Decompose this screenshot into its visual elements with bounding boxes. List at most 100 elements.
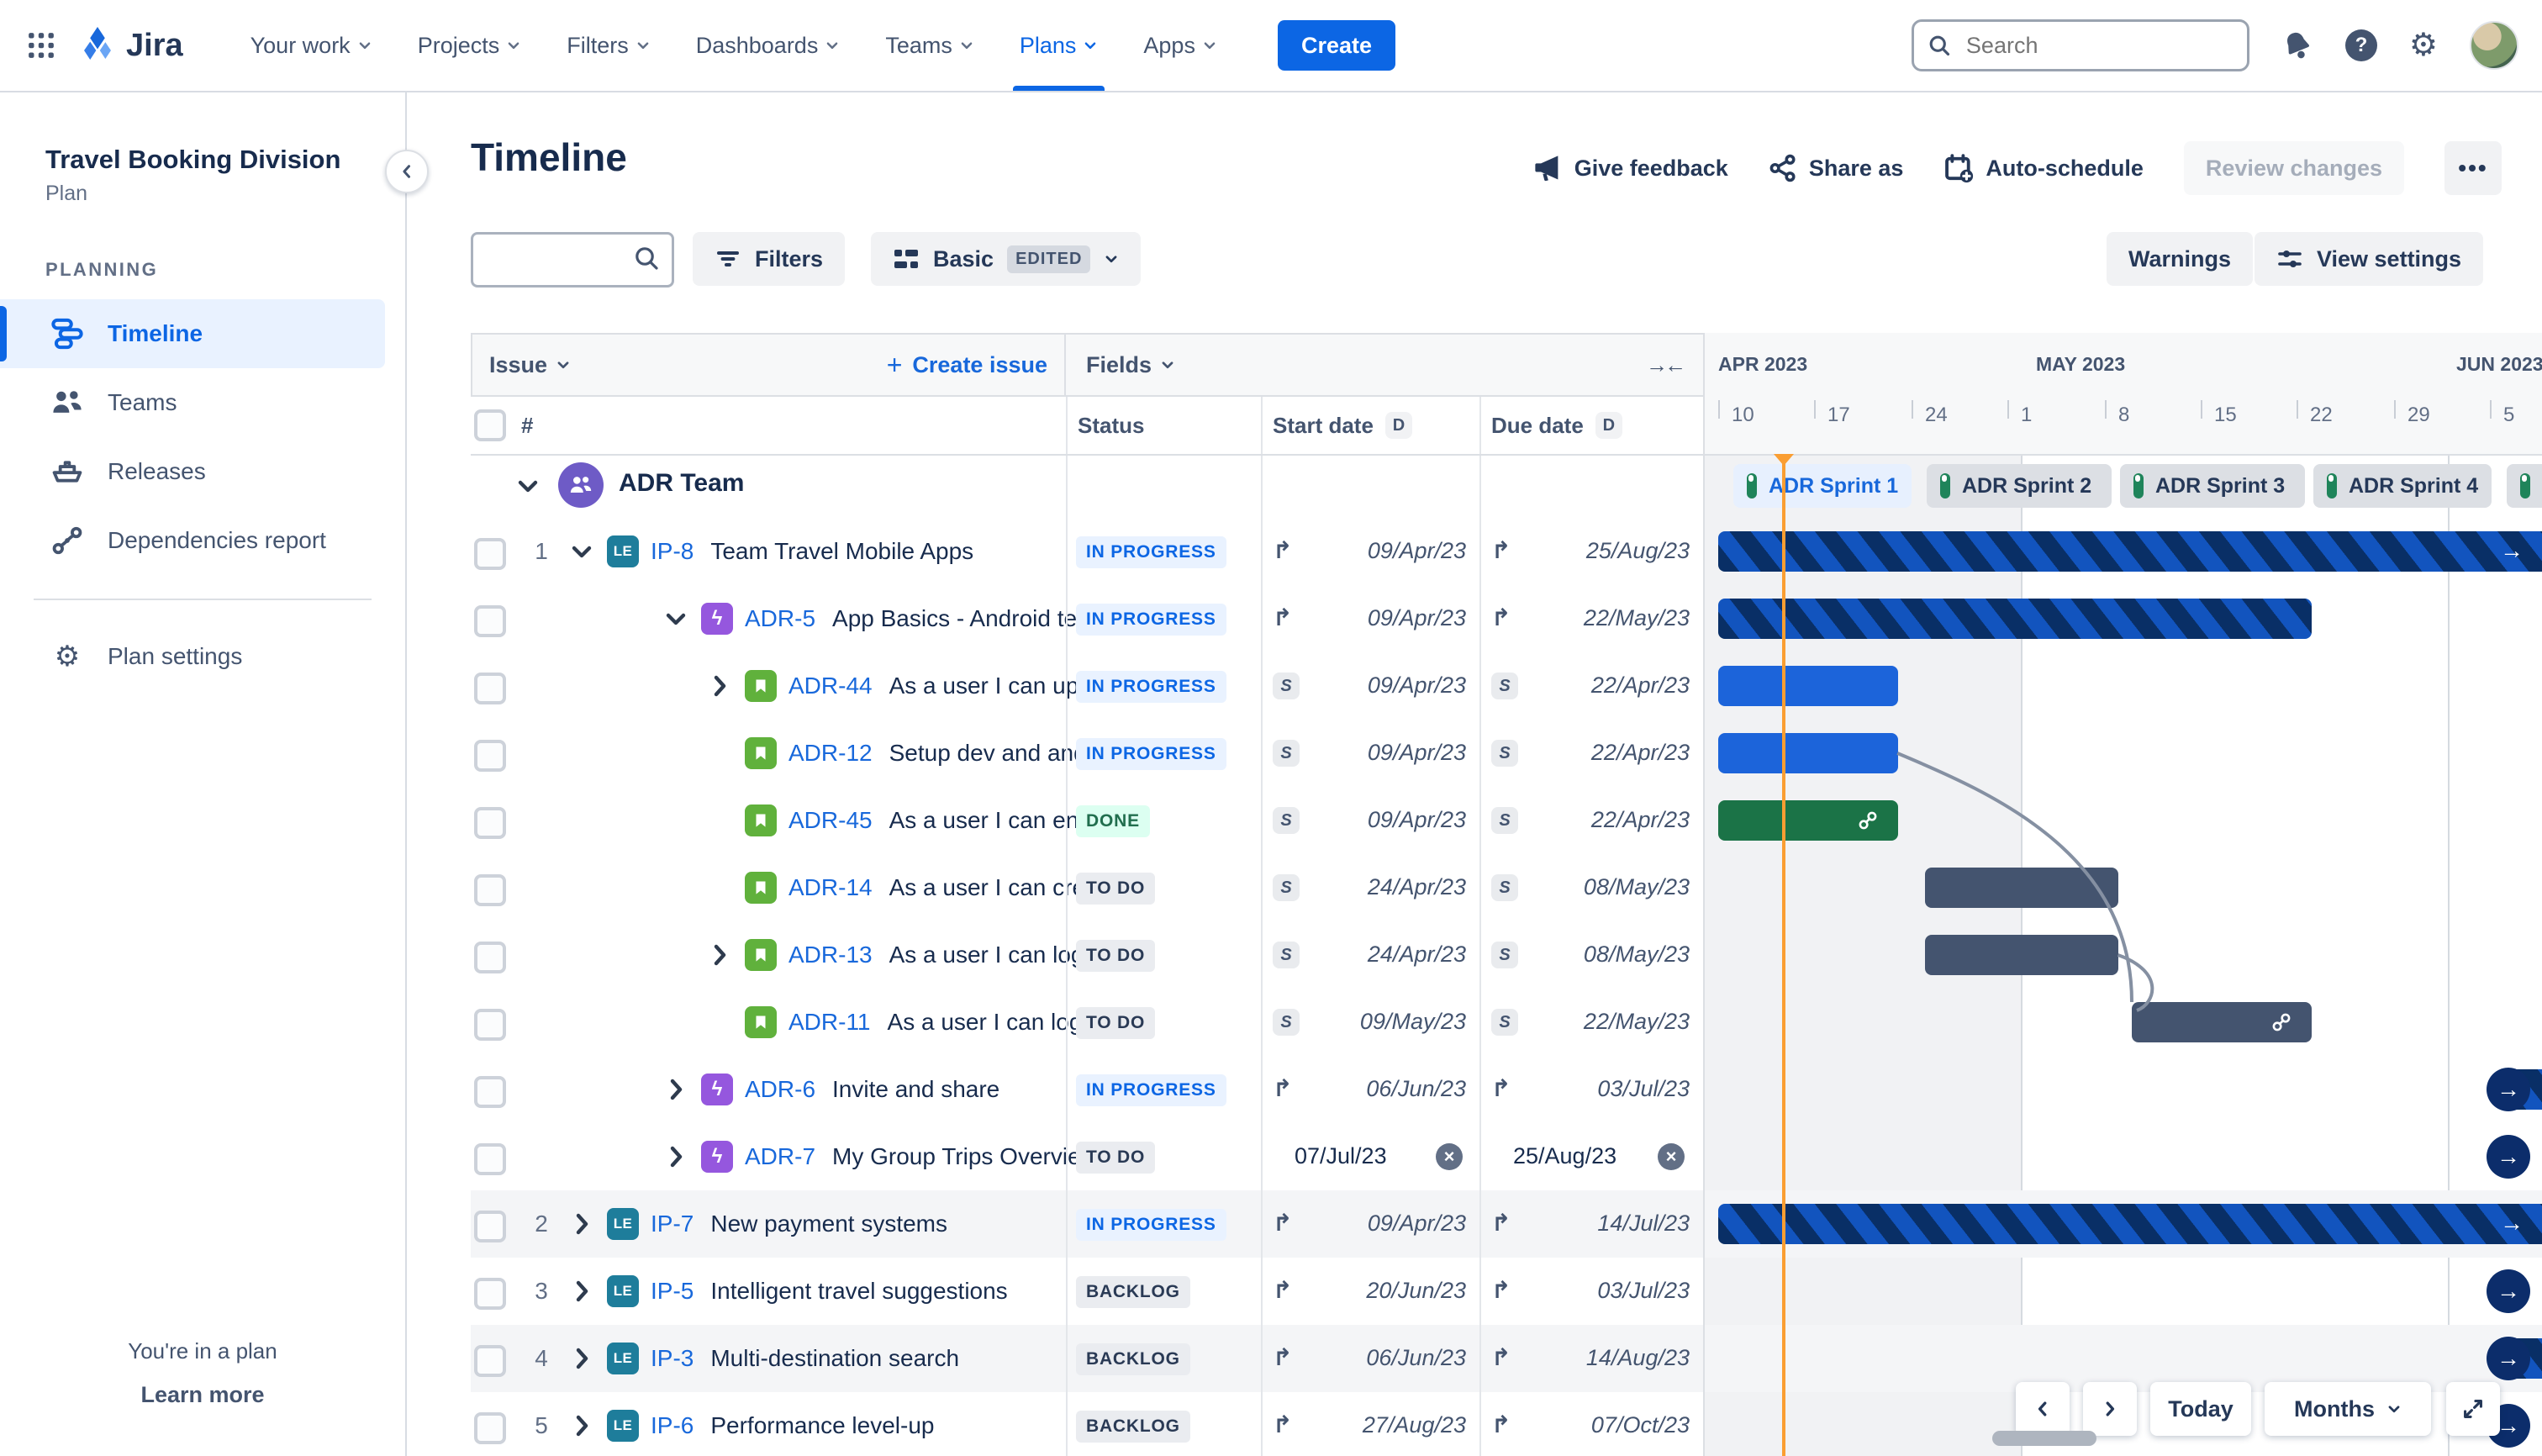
row-checkbox[interactable] <box>474 1143 506 1175</box>
chevron-right-icon[interactable] <box>706 673 733 699</box>
date-value[interactable]: 24/Apr/23 <box>1295 874 1466 900</box>
date-value[interactable]: 03/Jul/23 <box>1513 1076 1690 1102</box>
date-value[interactable]: 09/May/23 <box>1295 1009 1466 1035</box>
global-search-input[interactable] <box>1911 19 2249 71</box>
date-value[interactable]: 22/Apr/23 <box>1513 740 1690 766</box>
date-value[interactable]: 27/Aug/23 <box>1295 1412 1466 1438</box>
date-value[interactable]: 09/Apr/23 <box>1295 673 1466 699</box>
issue-key-link[interactable]: ADR-14 <box>788 874 873 901</box>
sprint-chip-adr-sprint-3[interactable]: ADR Sprint 3 <box>2120 464 2305 508</box>
view-settings-button[interactable]: View settings <box>2255 232 2484 286</box>
status-badge[interactable]: IN PROGRESS <box>1076 671 1226 703</box>
sidebar-item-teams[interactable]: Teams <box>0 368 405 437</box>
fields-header-dropdown[interactable]: Fields <box>1086 352 1175 378</box>
issue-key-link[interactable]: IP-7 <box>651 1211 694 1237</box>
date-value[interactable]: 09/Apr/23 <box>1295 1211 1466 1237</box>
offscreen-bar-indicator[interactable]: → <box>2487 1068 2530 1111</box>
date-value[interactable]: 20/Jun/23 <box>1295 1278 1466 1304</box>
issue-key-link[interactable]: ADR-11 <box>788 1009 871 1036</box>
date-value[interactable]: 14/Aug/23 <box>1513 1345 1690 1371</box>
due-date-column-header[interactable]: Due date <box>1491 413 1584 439</box>
date-value[interactable]: 25/Aug/23 <box>1513 538 1690 564</box>
warnings-button[interactable]: Warnings <box>2107 232 2254 286</box>
scroll-left-button[interactable] <box>2016 1382 2070 1436</box>
date-value[interactable]: 09/Apr/23 <box>1295 538 1466 564</box>
create-issue-button[interactable]: + Create issue <box>887 350 1047 381</box>
status-badge[interactable]: IN PROGRESS <box>1076 1209 1226 1241</box>
bar-link-icon[interactable] <box>1856 809 1880 832</box>
user-avatar[interactable] <box>2470 21 2518 70</box>
offscreen-bar-indicator[interactable]: → <box>2487 1269 2530 1313</box>
global-search-field[interactable] <box>1962 30 2188 61</box>
remove-date-icon[interactable]: × <box>1658 1143 1685 1170</box>
gantt-bar[interactable] <box>1718 1204 2542 1244</box>
fullscreen-button[interactable] <box>2446 1382 2500 1436</box>
share-as-button[interactable]: Share as <box>1769 154 1903 182</box>
issue-summary[interactable]: New payment systems <box>710 1211 947 1237</box>
row-checkbox[interactable] <box>474 1076 506 1108</box>
gantt-bar[interactable] <box>1925 935 2118 975</box>
sprint-chip-adr-sprint-4[interactable]: ADR Sprint 4 <box>2313 464 2492 508</box>
date-value[interactable]: 24/Apr/23 <box>1295 942 1466 968</box>
date-value[interactable]: 22/Apr/23 <box>1513 673 1690 699</box>
status-badge[interactable]: TO DO <box>1076 1007 1156 1039</box>
status-badge[interactable]: IN PROGRESS <box>1076 536 1226 568</box>
chevron-right-icon[interactable] <box>568 1345 595 1372</box>
issue-key-link[interactable]: IP-6 <box>651 1412 694 1439</box>
issue-summary[interactable]: Team Travel Mobile Apps <box>710 538 973 565</box>
nav-item-your-work[interactable]: Your work <box>251 0 372 91</box>
sprint-chip-adr-sprint-5[interactable]: ADR Sprint 5 <box>2507 464 2542 508</box>
row-checkbox[interactable] <box>474 1278 506 1310</box>
jira-logo[interactable]: Jira <box>79 27 183 64</box>
sidebar-item-plan-settings[interactable]: ⚙ Plan settings <box>0 622 405 691</box>
sidebar-item-dependencies-report[interactable]: Dependencies report <box>0 506 405 575</box>
app-switcher-icon[interactable] <box>27 31 55 60</box>
row-checkbox[interactable] <box>474 1009 506 1041</box>
sidebar-collapse-button[interactable] <box>385 150 429 193</box>
date-value[interactable]: 07/Oct/23 <box>1513 1412 1690 1438</box>
issue-key-link[interactable]: ADR-5 <box>745 605 815 632</box>
issue-key-link[interactable]: ADR-7 <box>745 1143 815 1170</box>
issue-summary[interactable]: As a user I can cre... <box>889 874 1105 901</box>
gantt-bar[interactable] <box>1925 868 2118 908</box>
gantt-bar[interactable] <box>1718 599 2312 639</box>
date-value[interactable]: 09/Apr/23 <box>1295 605 1466 631</box>
chevron-right-icon[interactable] <box>662 1076 689 1103</box>
status-badge[interactable]: IN PROGRESS <box>1076 1074 1226 1106</box>
today-button[interactable]: Today <box>2150 1382 2251 1436</box>
status-badge[interactable]: TO DO <box>1076 873 1156 905</box>
row-checkbox[interactable] <box>474 538 506 570</box>
status-badge[interactable]: IN PROGRESS <box>1076 604 1226 636</box>
time-range-dropdown[interactable]: Months <box>2265 1382 2431 1436</box>
status-badge[interactable]: BACKLOG <box>1076 1411 1190 1443</box>
date-value[interactable]: 22/Apr/23 <box>1513 807 1690 833</box>
date-value[interactable]: 22/May/23 <box>1513 605 1690 631</box>
horizontal-scrollbar-thumb[interactable] <box>1992 1431 2096 1446</box>
issue-summary[interactable]: App Basics - Android test <box>832 605 1095 632</box>
sprint-chip-adr-sprint-1[interactable]: ADR Sprint 1 <box>1733 464 1912 508</box>
date-value[interactable]: 09/Apr/23 <box>1295 740 1466 766</box>
date-value[interactable]: 22/May/23 <box>1513 1009 1690 1035</box>
chevron-right-icon[interactable] <box>706 942 733 968</box>
start-date-column-header[interactable]: Start date <box>1273 413 1374 439</box>
status-badge[interactable]: TO DO <box>1076 1142 1156 1174</box>
status-column-header[interactable]: Status <box>1078 413 1144 439</box>
nav-item-filters[interactable]: Filters <box>567 0 651 91</box>
nav-item-projects[interactable]: Projects <box>418 0 522 91</box>
chevron-right-icon[interactable] <box>568 1211 595 1237</box>
issue-key-link[interactable]: ADR-12 <box>788 740 873 767</box>
auto-schedule-button[interactable]: Auto-schedule <box>1943 153 2144 183</box>
collapse-team-chevron-icon[interactable] <box>514 472 541 499</box>
select-all-checkbox[interactable] <box>474 409 506 441</box>
date-value[interactable]: 06/Jun/23 <box>1295 1345 1466 1371</box>
remove-date-icon[interactable]: × <box>1436 1143 1463 1170</box>
chevron-right-icon[interactable] <box>568 1412 595 1439</box>
settings-gear-icon[interactable]: ⚙ <box>2409 29 2438 61</box>
date-value[interactable]: 08/May/23 <box>1513 874 1690 900</box>
row-checkbox[interactable] <box>474 874 506 906</box>
row-checkbox[interactable] <box>474 740 506 772</box>
date-value[interactable]: 09/Apr/23 <box>1295 807 1466 833</box>
filters-button[interactable]: Filters <box>693 232 846 286</box>
issue-key-link[interactable]: ADR-45 <box>788 807 873 834</box>
nav-item-dashboards[interactable]: Dashboards <box>696 0 841 91</box>
